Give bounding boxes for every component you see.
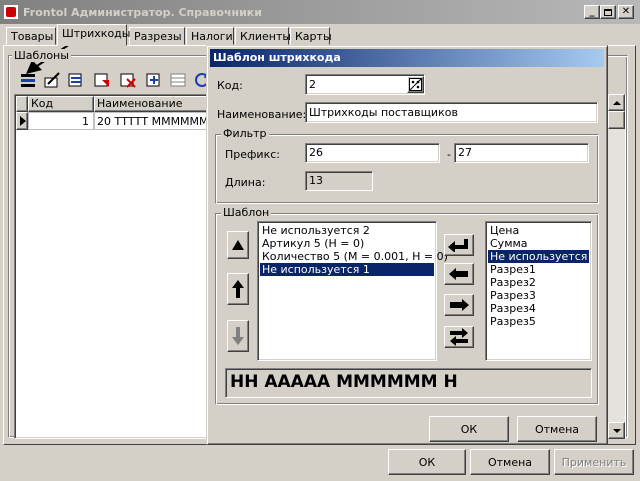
column-header-name[interactable]: Наименование	[94, 96, 214, 112]
code-generate-button[interactable]	[407, 76, 424, 93]
current-row-arrow-icon	[20, 116, 26, 126]
dialog-ok-button[interactable]: ОК	[429, 416, 509, 442]
swap-arrows-icon	[450, 328, 468, 346]
delete-template-icon[interactable]	[118, 70, 138, 90]
maximize-button[interactable]	[600, 5, 616, 19]
grid-icon[interactable]	[168, 70, 188, 90]
available-fields-list[interactable]: Цена Сумма Не используется Разрез1 Разре…	[485, 221, 592, 361]
tab-cuts[interactable]: Разрезы	[129, 27, 185, 45]
length-field: 13	[305, 171, 373, 191]
move-template-icon[interactable]	[92, 70, 112, 90]
list-item[interactable]: Цена	[488, 224, 589, 237]
move-top-button[interactable]	[227, 231, 249, 259]
dialog-title: Шаблон штрихкода	[213, 51, 341, 64]
arrow-down-icon	[232, 327, 244, 345]
list-item[interactable]: Разрез5	[488, 315, 589, 328]
prefix-dash: -	[447, 148, 451, 161]
main-ok-button[interactable]: ОК	[388, 449, 466, 475]
name-field[interactable]: Штрихкоды поставщиков	[305, 102, 598, 123]
add-row-icon[interactable]	[144, 70, 164, 90]
window-title: Frontol Администратор. Справочники	[23, 5, 262, 19]
scroll-thumb[interactable]	[608, 111, 625, 129]
return-arrow-icon	[448, 239, 468, 252]
add-field-button[interactable]	[444, 263, 474, 285]
list-item[interactable]: Количество 5 (М = 0.001, Н = 0)	[260, 250, 448, 263]
minimize-icon: _	[589, 6, 595, 17]
code-label: Код:	[217, 79, 243, 92]
list-item[interactable]: Артикул 5 (Н = 0)	[260, 237, 434, 250]
prefix-label: Префикс:	[225, 148, 280, 161]
template-pattern-display: НН ААААА ММММММ Н	[225, 368, 592, 398]
arrow-left-icon	[449, 268, 468, 280]
app-icon	[3, 4, 19, 20]
main-apply-button: Применить	[554, 449, 634, 475]
swap-field-button[interactable]	[444, 326, 474, 348]
list-item[interactable]: Разрез1	[488, 263, 589, 276]
prefix-from-field[interactable]: 26	[305, 143, 440, 163]
insert-field-button[interactable]	[444, 234, 474, 256]
barcode-template-dialog: Шаблон штрихкода Код: 2 Наименование: Шт…	[206, 45, 608, 445]
grid-corner	[16, 96, 28, 112]
arrow-up-icon	[232, 280, 244, 298]
template-fields-list[interactable]: Не используется 2 Артикул 5 (Н = 0) Коли…	[257, 221, 448, 361]
row-indicator	[16, 112, 28, 130]
template-group-label: Шаблон	[221, 206, 272, 219]
window-title-bar[interactable]: Frontol Администратор. Справочники	[0, 0, 640, 24]
minimize-button[interactable]: _	[584, 5, 600, 19]
list-item-selected[interactable]: Не используется 1	[260, 263, 434, 276]
arrow-down-icon	[612, 428, 621, 433]
dice-icon	[409, 78, 422, 91]
dialog-title-bar[interactable]: Шаблон штрихкода	[210, 49, 604, 67]
list-item[interactable]: Разрез3	[488, 289, 589, 302]
table-row-code[interactable]: 1	[28, 112, 94, 130]
copy-template-icon[interactable]	[66, 70, 86, 90]
filter-group-label: Фильтр	[221, 127, 269, 140]
remove-field-button[interactable]	[444, 294, 474, 316]
new-template-icon[interactable]	[18, 70, 38, 90]
list-item[interactable]: Разрез4	[488, 302, 589, 315]
grid-scrollbar[interactable]	[608, 94, 625, 439]
dialog-cancel-button[interactable]: Отмена	[517, 416, 597, 442]
arrow-right-icon	[450, 299, 469, 311]
name-label: Наименование:	[217, 108, 307, 121]
scroll-down-button[interactable]	[608, 422, 625, 439]
tab-clients[interactable]: Клиенты	[235, 27, 291, 45]
move-up-button[interactable]	[227, 273, 249, 305]
move-down-button	[227, 320, 249, 352]
close-icon: ✕	[621, 6, 631, 17]
maximize-icon	[604, 8, 612, 16]
triangle-up-icon	[232, 240, 244, 250]
column-header-code[interactable]: Код	[28, 96, 94, 112]
table-row-name[interactable]: 20 ТТТТТ ММММММ К	[94, 112, 214, 130]
arrow-up-icon	[612, 100, 621, 105]
length-label: Длина:	[225, 176, 266, 189]
tab-cards[interactable]: Карты	[290, 27, 332, 45]
prefix-to-field[interactable]: 27	[454, 143, 589, 163]
scroll-up-button[interactable]	[608, 94, 625, 111]
main-cancel-button[interactable]: Отмена	[470, 449, 550, 475]
list-item[interactable]: Сумма	[488, 237, 589, 250]
edit-template-icon[interactable]	[42, 70, 62, 90]
list-item[interactable]: Не используется 2	[260, 224, 434, 237]
tab-barcodes[interactable]: Штрихкоды	[57, 24, 130, 46]
tab-taxes[interactable]: Налоги	[186, 27, 234, 45]
list-item-selected[interactable]: Не используется	[488, 250, 589, 263]
templates-group-label: Шаблоны	[12, 49, 71, 62]
list-item[interactable]: Разрез2	[488, 276, 589, 289]
close-button[interactable]: ✕	[618, 5, 634, 19]
